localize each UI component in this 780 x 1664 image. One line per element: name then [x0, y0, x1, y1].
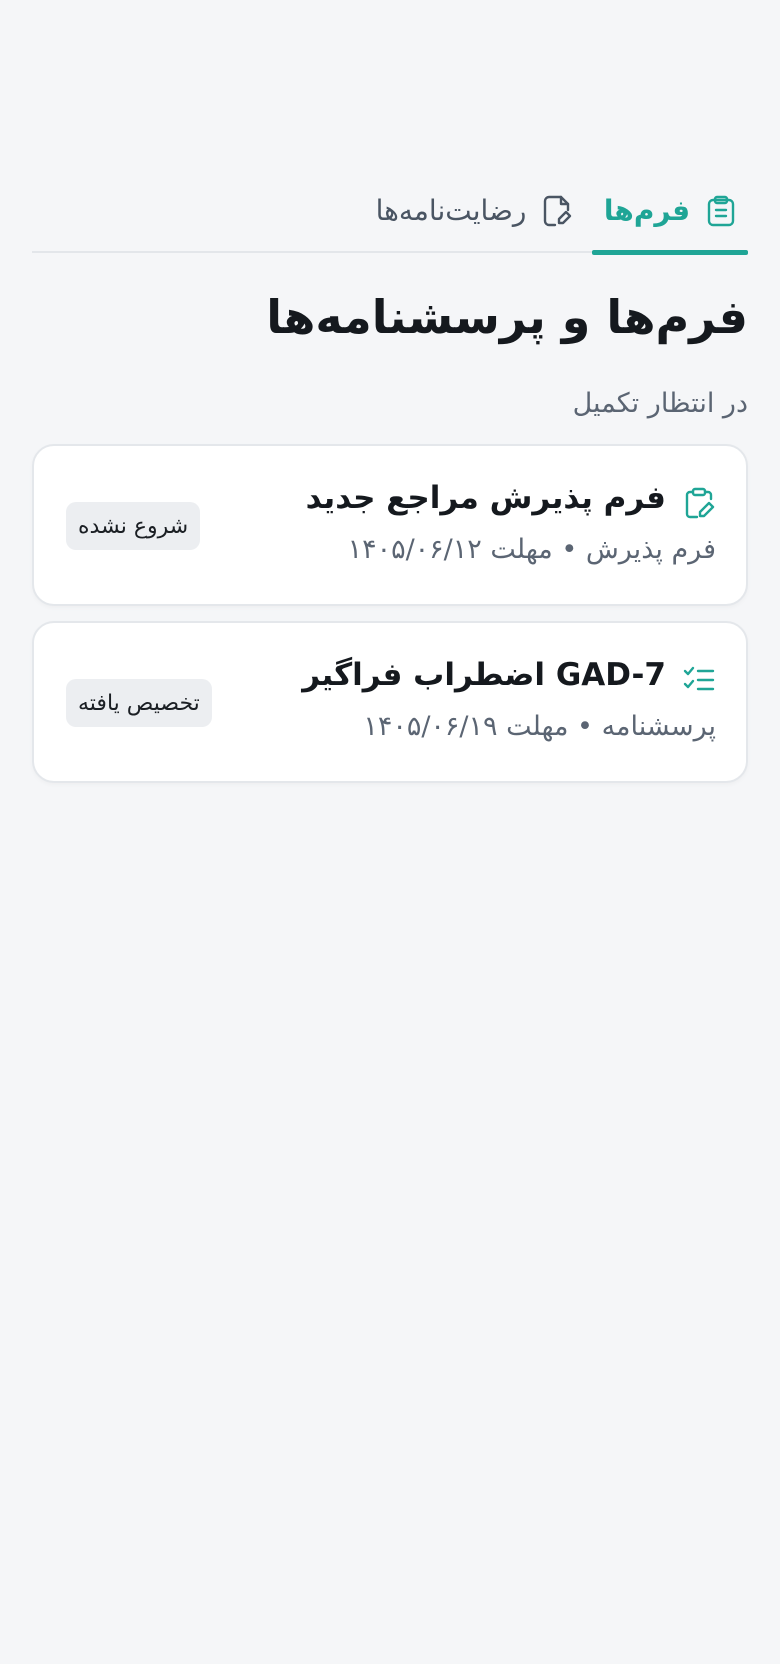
clipboard-edit-icon [682, 486, 716, 520]
status-badge: شروع نشده [66, 502, 201, 550]
tab-forms-label: فرم‌ها [603, 194, 691, 227]
tab-forms[interactable]: فرم‌ها [592, 168, 748, 255]
checklist-icon [682, 663, 716, 697]
item-meta: فرم پذیرش • مهلت ۱۴۰۵/۰۶/۱۲ [347, 534, 716, 565]
list-item[interactable]: GAD-7 اضطراب فراگیر پرسشنامه • مهلت ۱۴۰۵… [32, 621, 748, 783]
page-title: فرم‌ها و پرسشنامه‌ها [266, 290, 748, 344]
clipboard-icon [706, 195, 736, 227]
tab-bar: فرم‌ها رضایت‌نامه‌ها [32, 168, 748, 255]
tab-consents-label: رضایت‌نامه‌ها [375, 194, 527, 227]
section-label: در انتظار تکمیل [572, 388, 748, 419]
item-meta: پرسشنامه • مهلت ۱۴۰۵/۰۶/۱۹ [363, 711, 716, 742]
item-title: GAD-7 اضطراب فراگیر [302, 657, 666, 693]
document-edit-icon [542, 195, 572, 227]
list-item[interactable]: فرم پذیرش مراجع جدید فرم پذیرش • مهلت ۱۴… [32, 444, 748, 606]
item-title: فرم پذیرش مراجع جدید [305, 480, 666, 516]
status-badge: تخصیص یافته [66, 679, 212, 727]
tab-consents[interactable]: رضایت‌نامه‌ها [356, 168, 592, 253]
